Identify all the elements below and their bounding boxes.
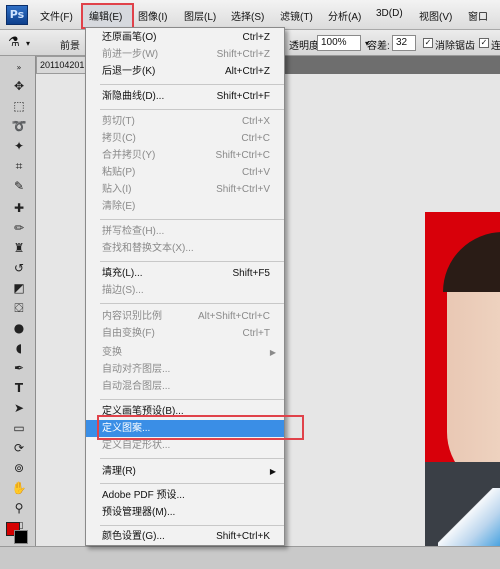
menu-item-paste[interactable]: 粘贴(P) Ctrl+V: [86, 164, 284, 181]
define-pattern-annotation-box: [97, 415, 304, 440]
menu-analysis[interactable]: 分析(A): [328, 8, 361, 24]
menu-separator: [100, 219, 284, 220]
history-brush-tool-icon[interactable]: ↺: [9, 260, 29, 276]
antialias-label: 消除锯齿: [435, 41, 475, 52]
blur-tool-icon[interactable]: ●: [9, 320, 29, 336]
menu-item-color-settings[interactable]: 颜色设置(G)... Shift+Ctrl+K: [86, 528, 284, 545]
3d-rotate-tool-icon[interactable]: ⟳: [9, 440, 29, 456]
lasso-tool-icon[interactable]: ➰: [9, 118, 29, 134]
3d-orbit-tool-icon[interactable]: ⊚: [9, 460, 29, 476]
edit-dropdown-menu: 还原画笔(O) Ctrl+Z 前进一步(W) Shift+Ctrl+Z 后退一步(K…: [85, 27, 285, 546]
menu-item-spell-check[interactable]: 拼写检查(H)...: [86, 223, 284, 240]
menu-item-auto-align-layers[interactable]: 自动对齐图层...: [86, 361, 284, 378]
menu-item-undo[interactable]: 还原画笔(O) Ctrl+Z: [86, 29, 284, 46]
menu-bar: Ps 文件(F) 编辑(E) 图像(I) 图层(L) 选择(S) 滤镜(T) 分…: [0, 0, 500, 30]
toolbox: » ✥ ⬚ ➰ ✦ ⌗ ✎ ✚ ✏ ♜ ↺ ◩ ⛋ ● ◖ ✒ T ➤ ▭ ⟳ …: [0, 56, 36, 546]
path-selection-tool-icon[interactable]: ➤: [9, 400, 29, 416]
menu-window[interactable]: 窗口: [468, 8, 488, 24]
status-bar: [0, 546, 500, 569]
page-curl-decoration: [438, 488, 500, 546]
menu-separator: [100, 399, 284, 400]
menu-separator: [100, 458, 284, 459]
menu-item-fill[interactable]: 填充(L)... Shift+F5: [86, 265, 284, 282]
menu-item-copy[interactable]: 拷贝(C) Ctrl+C: [86, 130, 284, 147]
shape-tool-icon[interactable]: ▭: [9, 420, 29, 436]
menu-item-stroke[interactable]: 描边(S)...: [86, 282, 284, 299]
eyedropper-tool-icon[interactable]: ✎: [9, 178, 29, 194]
menu-item-purge[interactable]: 清理(R) ▶: [86, 463, 284, 480]
menu-edit[interactable]: 编辑(E): [89, 8, 122, 24]
toolbox-collapse-icon[interactable]: »: [9, 60, 29, 76]
menu-item-clear[interactable]: 清除(E): [86, 198, 284, 215]
menu-item-preset-manager[interactable]: 预设管理器(M)...: [86, 504, 284, 521]
healing-brush-tool-icon[interactable]: ✚: [9, 200, 29, 216]
menu-item-adobe-pdf-presets[interactable]: Adobe PDF 预设...: [86, 487, 284, 504]
menu-separator: [100, 84, 284, 85]
menu-item-auto-blend-layers[interactable]: 自动混合图层...: [86, 378, 284, 395]
menu-separator: [100, 109, 284, 110]
tolerance-label: 容差:: [367, 41, 390, 52]
menu-item-paste-into[interactable]: 贴入(I) Shift+Ctrl+V: [86, 181, 284, 198]
tolerance-input[interactable]: 32: [392, 35, 416, 51]
hand-tool-icon[interactable]: ✋: [9, 480, 29, 496]
photoshop-logo: Ps: [6, 5, 28, 25]
menu-item-transform[interactable]: 变换 ▶: [86, 344, 284, 361]
menu-item-free-transform[interactable]: 自由变换(F) Ctrl+T: [86, 325, 284, 342]
fill-source-select[interactable]: 前景: [60, 37, 80, 52]
submenu-arrow-icon: ▶: [269, 467, 276, 476]
menu-image[interactable]: 图像(I): [138, 8, 167, 24]
magic-wand-tool-icon[interactable]: ✦: [9, 138, 29, 154]
eraser-tool-icon[interactable]: ◩: [9, 280, 29, 296]
contiguous-label: 连: [491, 41, 500, 52]
contiguous-checkbox[interactable]: ✓: [479, 38, 489, 48]
menu-item-step-backward[interactable]: 后退一步(K) Alt+Ctrl+Z: [86, 63, 284, 80]
document-tab[interactable]: 201104201: [36, 56, 86, 74]
brush-tool-icon[interactable]: ✏: [9, 220, 29, 236]
paint-bucket-tool-active-icon[interactable]: ⛋: [9, 300, 29, 316]
tool-preset-dropdown-icon[interactable]: ▾: [26, 39, 30, 48]
crop-tool-icon[interactable]: ⌗: [9, 158, 29, 174]
zoom-tool-icon[interactable]: ⚲: [9, 500, 29, 516]
portrait-hair: [443, 232, 500, 292]
clone-stamp-tool-icon[interactable]: ♜: [9, 240, 29, 256]
menu-filter[interactable]: 滤镜(T): [280, 8, 313, 24]
dodge-tool-icon[interactable]: ◖: [9, 340, 29, 356]
move-tool-icon[interactable]: ✥: [9, 78, 29, 94]
menu-separator: [100, 303, 284, 304]
type-tool-icon[interactable]: T: [9, 380, 29, 396]
menu-item-find-replace[interactable]: 查找和替换文本(X)...: [86, 240, 284, 257]
menu-item-step-forward[interactable]: 前进一步(W) Shift+Ctrl+Z: [86, 46, 284, 63]
menu-item-cut[interactable]: 剪切(T) Ctrl+X: [86, 113, 284, 130]
menu-3d[interactable]: 3D(D): [376, 8, 403, 24]
pen-tool-icon[interactable]: ✒: [9, 360, 29, 376]
menu-layer[interactable]: 图层(L): [184, 8, 216, 24]
menu-separator: [100, 483, 284, 484]
menu-item-copy-merged[interactable]: 合并拷贝(Y) Shift+Ctrl+C: [86, 147, 284, 164]
opacity-input[interactable]: 100%: [317, 35, 361, 51]
background-color-swatch[interactable]: [14, 530, 28, 544]
menu-select[interactable]: 选择(S): [231, 8, 264, 24]
antialias-checkbox[interactable]: ✓: [423, 38, 433, 48]
menu-item-content-aware-scale[interactable]: 内容识别比例 Alt+Shift+Ctrl+C: [86, 308, 284, 325]
menu-file[interactable]: 文件(F): [40, 8, 73, 24]
menu-view[interactable]: 视图(V): [419, 8, 452, 24]
menu-item-fade[interactable]: 渐隐曲线(D)... Shift+Ctrl+F: [86, 88, 284, 105]
menu-separator: [100, 525, 284, 526]
marquee-tool-icon[interactable]: ⬚: [9, 98, 29, 114]
paint-bucket-tool-icon[interactable]: ⚗: [8, 34, 20, 50]
submenu-arrow-icon: ▶: [269, 348, 276, 357]
menu-separator: [100, 261, 284, 262]
